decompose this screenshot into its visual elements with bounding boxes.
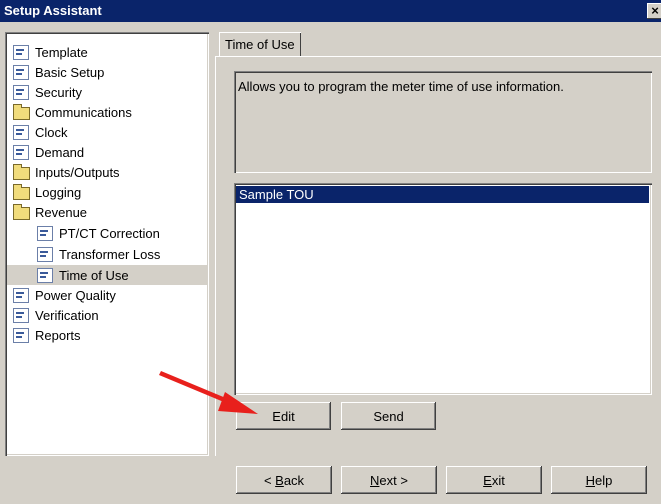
setup-assistant-window: Setup Assistant × Template Basic Setup S… xyxy=(0,0,661,504)
arrow-shaft xyxy=(159,371,233,405)
arrow-head xyxy=(218,392,258,414)
red-arrow-annotation xyxy=(159,371,258,414)
